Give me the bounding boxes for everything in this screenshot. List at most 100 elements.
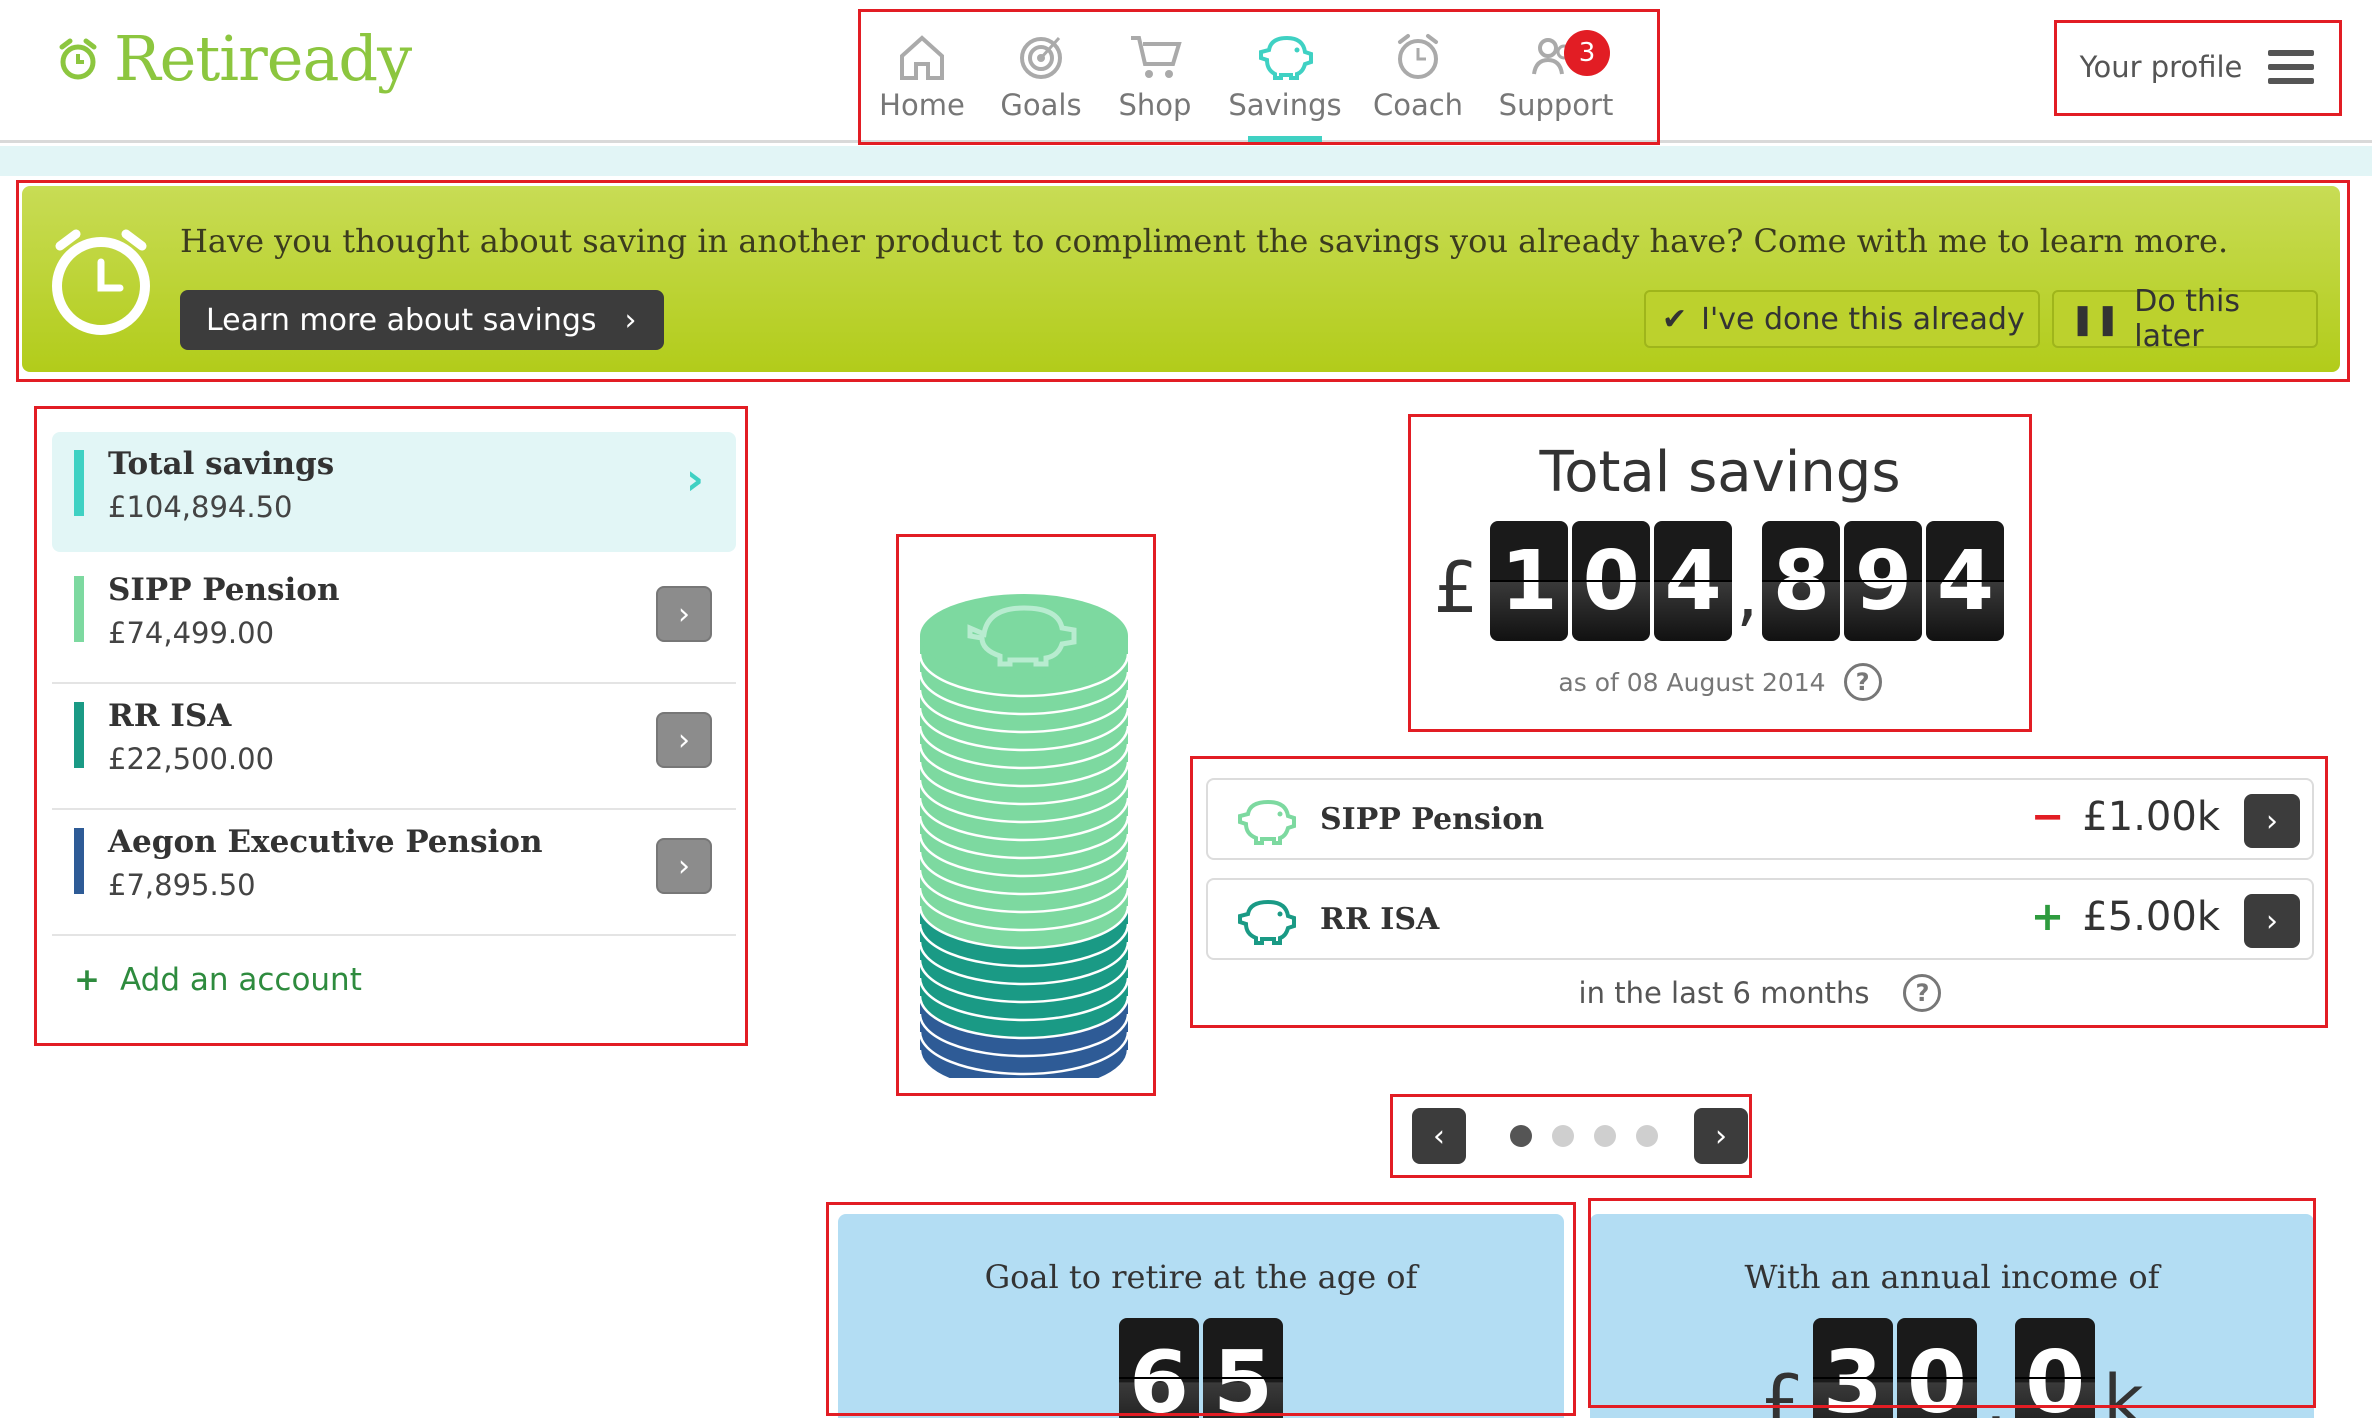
hamburger-menu-icon[interactable]	[2268, 50, 2315, 84]
account-value: £74,499.00	[108, 616, 275, 650]
period-text: in the last 6 months	[1578, 976, 1870, 1010]
done-already-button[interactable]: ✔ I've done this already	[1644, 290, 2040, 348]
top-header: Retiready Home Goals Shop Savings Coach …	[0, 0, 2372, 143]
main-nav: Home Goals Shop Savings Coach 3 Support	[862, 12, 1656, 142]
unit-suffix: k	[2103, 1360, 2144, 1418]
coach-prompt-banner: Have you thought about saving in another…	[22, 186, 2340, 372]
change-value: £1.00k	[2082, 794, 2220, 840]
alarm-clock-icon	[52, 229, 150, 335]
piggy-bank-icon	[1238, 799, 1296, 845]
carousel-pager: ‹ ›	[1412, 1106, 1748, 1166]
account-changes-panel: SIPP Pension − £1.00k › RR ISA + £5.00k …	[1206, 778, 2314, 1012]
flip-digit: 5	[1203, 1318, 1283, 1418]
chevron-right-icon[interactable]: ›	[686, 454, 704, 505]
chevron-right-icon[interactable]: ›	[656, 838, 712, 894]
done-already-label: I've done this already	[1701, 301, 2025, 337]
header-subband	[0, 146, 2372, 176]
flip-digit: 8	[1762, 521, 1841, 641]
page-dot[interactable]	[1552, 1125, 1574, 1147]
retirement-age-card[interactable]: Goal to retire at the age of 6 5	[838, 1214, 1564, 1418]
nav-item-home[interactable]: Home	[862, 12, 982, 142]
decimal-separator: .	[1984, 1360, 2008, 1418]
account-color-bar	[74, 828, 84, 894]
nav-item-support[interactable]: 3 Support	[1476, 12, 1636, 142]
account-color-bar	[74, 450, 84, 516]
change-amount: + £5.00k	[2031, 894, 2220, 940]
add-account-link[interactable]: + Add an account	[52, 962, 736, 998]
goal-income-counter: £ 3 0 . 0 k	[1590, 1318, 2314, 1418]
flip-digit: 0	[2015, 1318, 2096, 1418]
chevron-right-icon: ›	[624, 302, 637, 338]
account-value: £7,895.50	[108, 868, 256, 902]
nav-item-savings[interactable]: Savings	[1210, 12, 1360, 142]
annual-income-card[interactable]: With an annual income of £ 3 0 . 0 k	[1590, 1214, 2314, 1418]
account-item-aegon[interactable]: Aegon Executive Pension £7,895.50 ›	[52, 810, 736, 936]
account-name: Aegon Executive Pension	[108, 824, 543, 860]
page-dot[interactable]	[1510, 1125, 1532, 1147]
help-icon[interactable]: ?	[1903, 974, 1942, 1012]
page-dot[interactable]	[1636, 1125, 1658, 1147]
brand-logo[interactable]: Retiready	[56, 22, 412, 95]
flip-digit: 0	[1896, 1318, 1977, 1418]
account-color-bar	[74, 702, 84, 768]
account-list: Total savings £104,894.50 › SIPP Pension…	[52, 432, 736, 998]
clock-icon	[1398, 34, 1438, 79]
change-period: in the last 6 months ?	[1206, 974, 2314, 1012]
account-value: £22,500.00	[108, 742, 275, 776]
flip-digit: 6	[1119, 1318, 1199, 1418]
target-icon	[1020, 36, 1062, 79]
nav-item-coach[interactable]: Coach	[1360, 12, 1476, 142]
account-value: £104,894.50	[108, 490, 293, 524]
add-account-label: Add an account	[119, 962, 362, 998]
account-item-isa[interactable]: RR ISA £22,500.00 ›	[52, 684, 736, 810]
nav-label: Shop	[1118, 88, 1192, 122]
cart-icon	[1131, 36, 1182, 78]
change-row-sipp[interactable]: SIPP Pension − £1.00k ›	[1206, 778, 2314, 860]
do-later-label: Do this later	[2134, 284, 2241, 354]
profile-label: Your profile	[2079, 50, 2243, 84]
checkmark-icon: ✔	[1662, 301, 1688, 337]
account-item-sipp[interactable]: SIPP Pension £74,499.00 ›	[52, 558, 736, 684]
plus-icon: +	[74, 962, 100, 998]
nav-label: Goals	[1000, 88, 1082, 122]
nav-label: Support	[1498, 88, 1614, 122]
flip-digit: 4	[1654, 521, 1733, 641]
piggy-bank-icon	[1259, 35, 1313, 80]
chevron-right-icon[interactable]: ›	[656, 586, 712, 642]
account-color-bar	[74, 576, 84, 642]
learn-more-button[interactable]: Learn more about savings ›	[180, 290, 664, 350]
flip-digit: 1	[1490, 521, 1569, 641]
change-value: £5.00k	[2082, 894, 2220, 940]
account-item-total[interactable]: Total savings £104,894.50 ›	[52, 432, 736, 552]
account-name: SIPP Pension	[108, 572, 340, 608]
pause-icon: ❚❚	[2070, 301, 2121, 337]
total-savings-title: Total savings	[1539, 440, 1901, 505]
thousands-separator: ,	[1736, 553, 1759, 635]
chevron-right-icon[interactable]: ›	[656, 712, 712, 768]
do-later-button[interactable]: ❚❚ Do this later	[2052, 284, 2318, 354]
nav-item-shop[interactable]: Shop	[1100, 12, 1210, 142]
change-row-isa[interactable]: RR ISA + £5.00k ›	[1206, 878, 2314, 960]
increase-sign: +	[2030, 894, 2065, 940]
as-of-date: as of 08 August 2014 ?	[1410, 663, 2030, 701]
flip-digit: 4	[1926, 521, 2005, 641]
flip-digit: 9	[1844, 521, 1923, 641]
nav-item-goals[interactable]: Goals	[982, 12, 1100, 142]
nav-label: Home	[879, 88, 965, 122]
profile-menu[interactable]: Your profile	[2054, 20, 2340, 114]
decrease-sign: −	[2030, 794, 2065, 840]
help-icon[interactable]: ?	[1843, 663, 1882, 701]
notification-badge: 3	[1564, 30, 1610, 76]
page-dot[interactable]	[1594, 1125, 1616, 1147]
piggy-bank-icon	[1238, 899, 1296, 945]
chevron-right-icon[interactable]: ›	[2244, 894, 2300, 948]
change-account-name: RR ISA	[1320, 902, 1440, 937]
next-button[interactable]: ›	[1694, 1108, 1748, 1164]
home-icon	[900, 35, 944, 80]
change-amount: − £1.00k	[2031, 794, 2220, 840]
previous-button[interactable]: ‹	[1412, 1108, 1466, 1164]
savings-coin-stack	[918, 594, 1130, 1078]
goal-age-label: Goal to retire at the age of	[984, 1258, 1418, 1296]
flip-digit: 3	[1812, 1318, 1893, 1418]
chevron-right-icon[interactable]: ›	[2244, 794, 2300, 848]
